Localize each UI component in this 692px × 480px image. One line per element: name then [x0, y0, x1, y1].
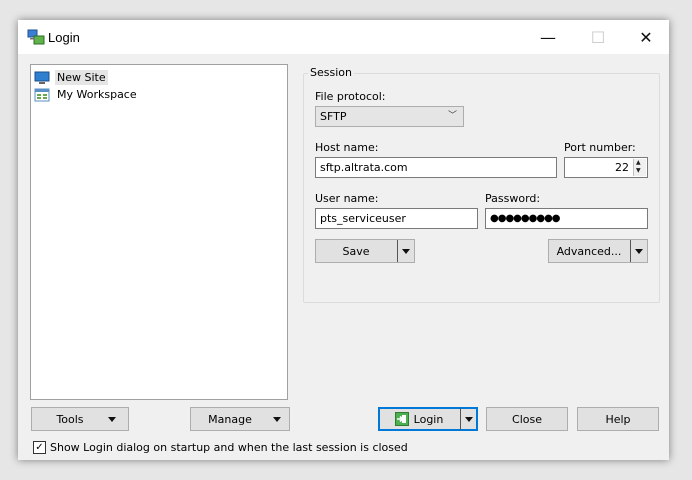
- startup-checkbox[interactable]: ✓: [33, 441, 46, 454]
- password-input[interactable]: ●●●●●●●●●: [485, 208, 648, 229]
- dropdown-arrow-icon: [635, 248, 643, 254]
- dropdown-arrow-icon: [465, 416, 473, 422]
- session-group-title: Session: [308, 66, 354, 79]
- port-number-value: 22: [615, 161, 629, 174]
- manage-button[interactable]: Manage: [190, 407, 290, 431]
- host-name-input[interactable]: sftp.altrata.com: [315, 157, 557, 178]
- spin-down-icon[interactable]: ▼: [636, 167, 641, 175]
- minimize-button[interactable]: —: [525, 20, 571, 54]
- dropdown-arrow-icon: [108, 417, 116, 422]
- password-label: Password:: [485, 192, 541, 205]
- save-dropdown-toggle[interactable]: [397, 240, 414, 262]
- site-tree[interactable]: New Site My Workspace: [30, 64, 288, 400]
- dropdown-arrow-icon: [402, 248, 410, 254]
- spin-up-icon[interactable]: ▲: [636, 159, 641, 167]
- advanced-button-label: Advanced...: [556, 244, 622, 258]
- login-button[interactable]: Login: [378, 407, 478, 431]
- advanced-button[interactable]: Advanced...: [548, 239, 648, 263]
- site-item-label: New Site: [55, 70, 108, 85]
- workspace-icon: [34, 88, 50, 101]
- file-protocol-value: SFTP: [320, 110, 347, 123]
- startup-checkbox-label[interactable]: Show Login dialog on startup and when th…: [50, 441, 408, 454]
- chevron-down-icon: ﹀: [447, 111, 457, 121]
- save-button-label: Save: [342, 244, 370, 258]
- close-button[interactable]: Close: [486, 407, 568, 431]
- file-protocol-label: File protocol:: [315, 90, 386, 103]
- advanced-dropdown-toggle[interactable]: [630, 240, 647, 262]
- file-protocol-select[interactable]: SFTP ﹀: [315, 106, 464, 127]
- user-name-input[interactable]: pts_serviceuser: [315, 208, 478, 229]
- maximize-button: ☐: [590, 27, 606, 47]
- port-spinner[interactable]: ▲ ▼: [633, 159, 646, 176]
- tools-button[interactable]: Tools: [31, 407, 129, 431]
- site-item-label: My Workspace: [57, 88, 137, 101]
- manage-button-label: Manage: [208, 412, 252, 426]
- login-dialog: Login — ☐ ✕ New Site My Workspace Sessio: [18, 20, 669, 460]
- close-window-button[interactable]: ✕: [623, 20, 669, 54]
- window-title: Login: [48, 30, 80, 45]
- login-dropdown-toggle[interactable]: [460, 408, 477, 430]
- dropdown-arrow-icon: [273, 417, 281, 422]
- port-number-label: Port number:: [564, 141, 636, 154]
- user-name-label: User name:: [315, 192, 379, 205]
- computer-icon: [34, 71, 50, 84]
- login-button-label: Login: [413, 412, 444, 426]
- app-icon: [27, 29, 45, 45]
- help-button[interactable]: Help: [577, 407, 659, 431]
- host-name-label: Host name:: [315, 141, 379, 154]
- title-bar: Login — ☐ ✕: [18, 20, 669, 54]
- port-number-input[interactable]: 22 ▲ ▼: [564, 157, 648, 178]
- site-item-my-workspace[interactable]: My Workspace: [34, 86, 139, 103]
- login-icon: [394, 412, 409, 426]
- site-item-new-site[interactable]: New Site: [34, 69, 108, 86]
- tools-button-label: Tools: [56, 412, 84, 426]
- save-button[interactable]: Save: [315, 239, 415, 263]
